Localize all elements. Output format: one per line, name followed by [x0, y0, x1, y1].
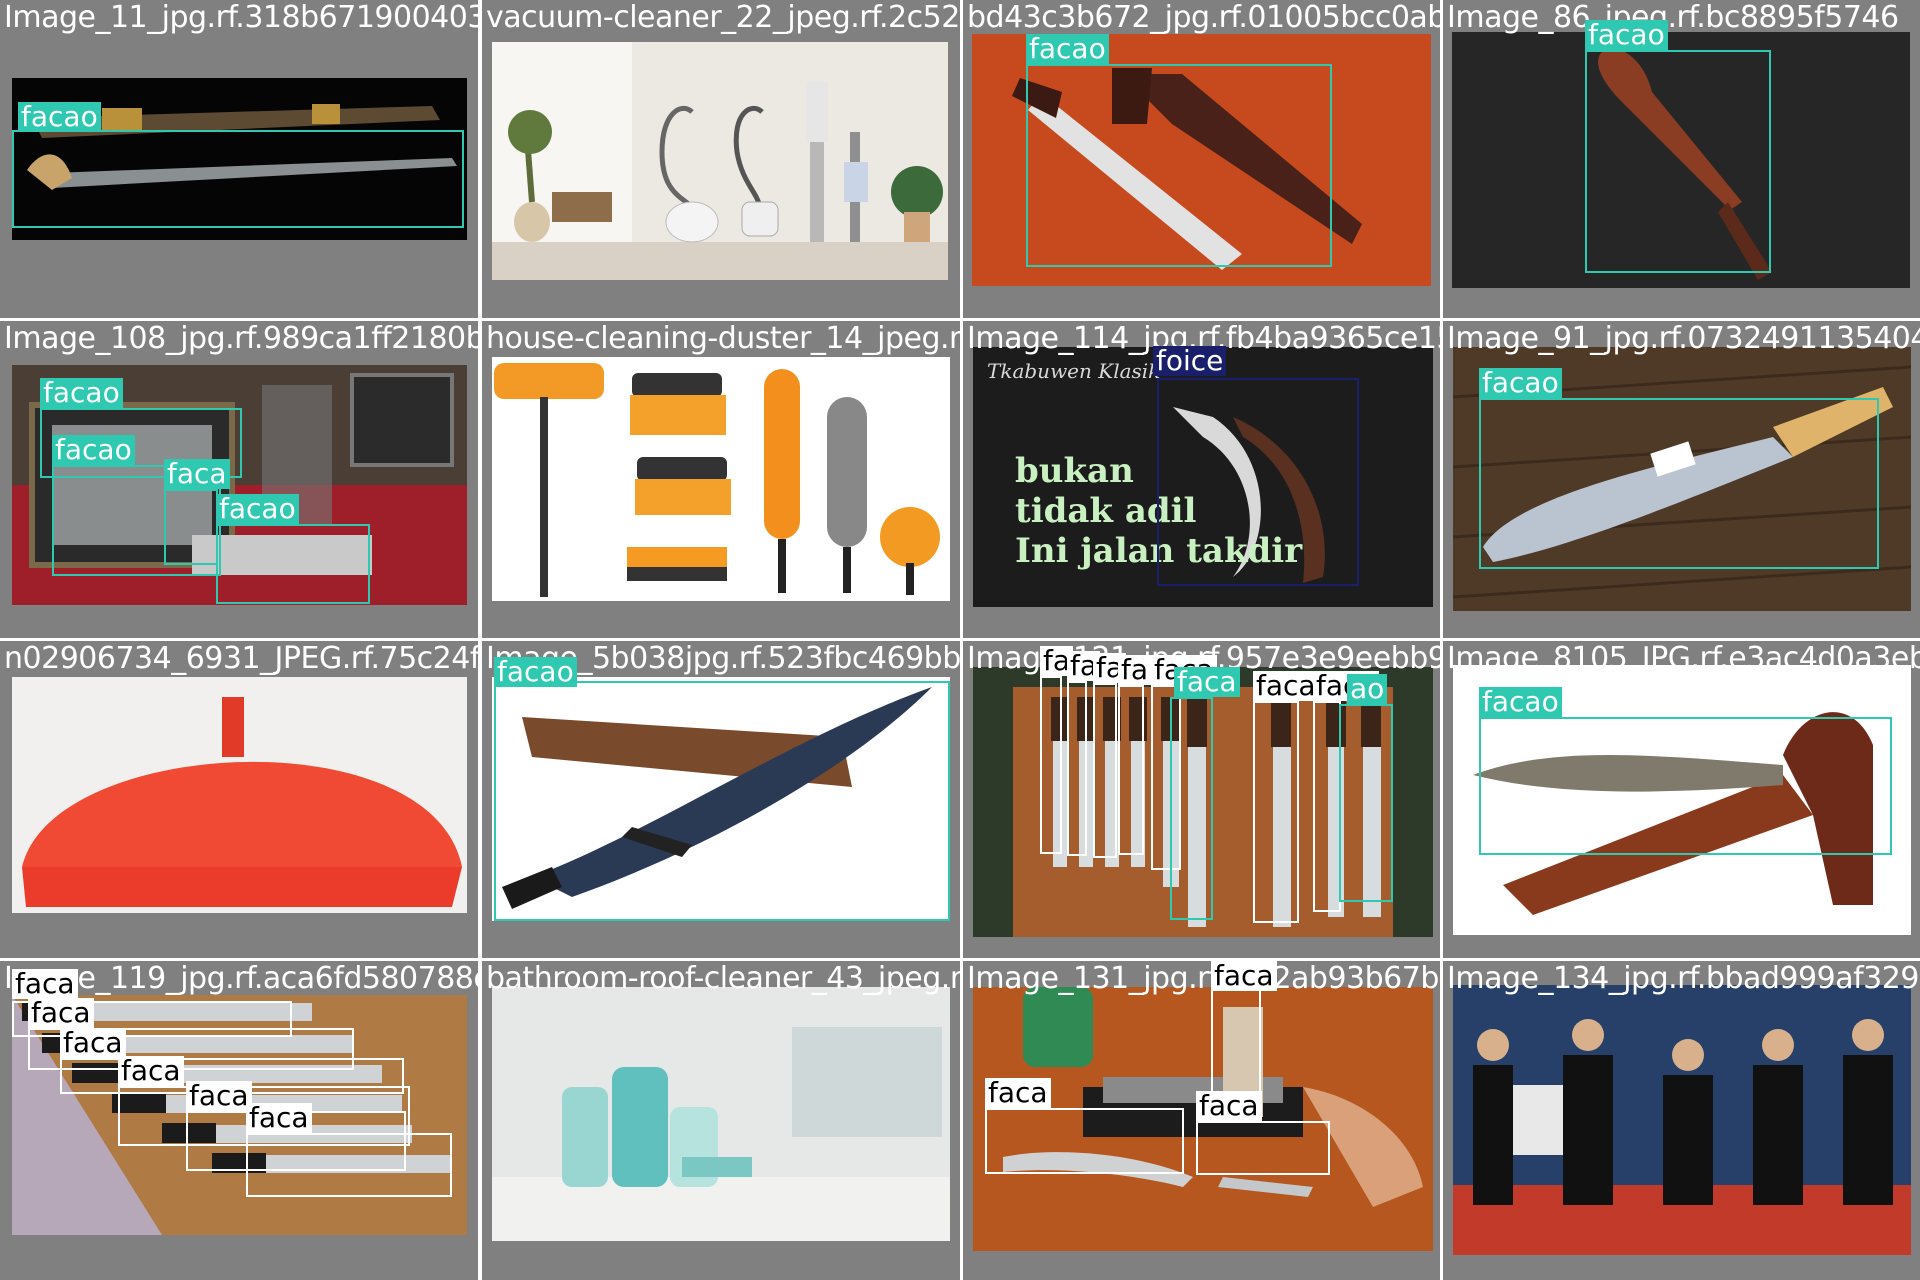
box-label: faca [164, 459, 230, 489]
box-label: faca [118, 1056, 184, 1086]
box-label: facao [494, 657, 577, 687]
mosaic-tile: faca faca faca faca faca faca Image_119_jpg.rf… [0, 961, 478, 1280]
box-label: facao [216, 494, 299, 524]
box-label: faca [1196, 1091, 1262, 1121]
bounding-box [494, 681, 950, 921]
mosaic-tile: fafafafafacafacafacafacaaoImage_121_jpg.… [963, 641, 1440, 958]
mosaic-tile: bathroom-roof-cleaner_43_jpeg.rf.f10c9 [482, 961, 960, 1280]
detection-mosaic: facao Image_11_jpg.rf.318b671900403c2e094… [0, 0, 1920, 1280]
bounding-box [164, 489, 218, 565]
box-label: facao [1585, 20, 1668, 50]
bounding-box [1118, 685, 1144, 855]
mosaic-tile: n02906734_6931_JPEG.rf.75c24f [0, 641, 478, 958]
box-label: faca [186, 1081, 252, 1111]
box-label: facao [40, 378, 123, 408]
mosaic-tile: house-cleaning-duster_14_jpeg.rf.bf53901… [482, 321, 960, 638]
bounding-box [246, 1133, 452, 1197]
tile-filename: n02906734_6931_JPEG.rf.75c24f [4, 641, 478, 676]
box-label: facao [52, 435, 135, 465]
bounding-box [1157, 378, 1359, 586]
tile-filename: Image_91_jpg.rf.0732491135404 [1447, 321, 1920, 356]
bounding-box [1093, 683, 1117, 858]
bounding-box [1211, 988, 1261, 1094]
tile-filename: Image_8105_JPG.rf.e3ac4d0a3eb [1447, 641, 1920, 676]
mosaic-tile: faca faca faca Image_131_jpg.rf.f7a2ab93b67… [963, 961, 1440, 1280]
box-label: ao [1347, 674, 1388, 704]
mosaic-tile: facaoImage_5b038jpg.rf.523fbc469bb580f52… [482, 641, 960, 958]
box-label: faca [1174, 667, 1240, 697]
tile-filename: Image_134_jpg.rf.bbad999af329b [1447, 961, 1920, 996]
tile-filename: bd43c3b672_jpg.rf.01005bcc0ab5bbdaa99d8a… [967, 0, 1440, 35]
box-label: fa [1118, 655, 1152, 685]
mosaic-tile: facao Image_11_jpg.rf.318b671900403c2e094… [0, 0, 478, 318]
tile-filename: Image_131_jpg.rf.f7a2ab93b67b527ae396341 [967, 961, 1440, 996]
tile-photo [1453, 985, 1911, 1255]
bounding-box [12, 130, 464, 228]
mosaic-tile: vacuum-cleaner_22_jpeg.rf.2c52bd43c3b672 [482, 0, 960, 318]
tile-filename: bathroom-roof-cleaner_43_jpeg.rf.f10c9 [486, 961, 960, 996]
tile-filename: Image_86_jpeg.rf.bc8895f5746 [1447, 0, 1899, 35]
bounding-box [985, 1108, 1184, 1174]
tile-photo [492, 357, 950, 601]
mosaic-tile: Image_134_jpg.rf.bbad999af329b [1443, 961, 1920, 1280]
mosaic-tile: bukan tidak adil Ini jalan takdir Tkabuwen … [963, 321, 1440, 638]
bounding-box [1170, 697, 1213, 920]
box-label: faca [985, 1078, 1051, 1108]
tile-filename: house-cleaning-duster_14_jpeg.rf.bf53901… [486, 321, 960, 356]
tile-photo [12, 677, 467, 913]
bounding-box [1253, 701, 1299, 923]
box-label: facao [1479, 687, 1562, 717]
tile-filename: Image_11_jpg.rf.318b671900403c2e09450c71… [4, 0, 478, 35]
box-label: facao [18, 102, 101, 132]
box-label: faca [1211, 961, 1277, 991]
bounding-box [1196, 1121, 1330, 1175]
bounding-box [1585, 50, 1771, 273]
box-label: faca [12, 969, 78, 999]
bounding-box [1479, 717, 1892, 855]
bounding-box [1339, 704, 1393, 902]
tile-filename: Image_108_jpg.rf.989ca1ff2180bf34dfa90f3… [4, 321, 478, 356]
box-label: faca [60, 1028, 126, 1058]
box-label: facao [1026, 34, 1109, 64]
bounding-box [1040, 676, 1062, 854]
box-label: facao [1479, 368, 1562, 398]
bounding-box [1313, 701, 1341, 912]
box-label: faca [1253, 671, 1319, 701]
tile-photo [492, 42, 948, 280]
box-label: faca [246, 1103, 312, 1133]
mosaic-tile: facao Image_86_jpeg.rf.bc8895f5746 [1443, 0, 1920, 318]
bounding-box [1026, 64, 1332, 267]
bounding-box [1479, 398, 1879, 569]
mosaic-tile: facaobd43c3b672_jpg.rf.01005bcc0ab5bbdaa… [963, 0, 1440, 318]
bounding-box [1067, 681, 1087, 856]
mosaic-tile: facao Image_8105_JPG.rf.e3ac4d0a3eb [1443, 641, 1920, 958]
mosaic-tile: facao Image_91_jpg.rf.0732491135404 [1443, 321, 1920, 638]
tile-photo [492, 987, 950, 1241]
mosaic-tile: facao facao faca facao Image_108_jpg.rf.989c… [0, 321, 478, 638]
photo-watermark: Tkabuwen Klasik [987, 359, 1161, 383]
box-label: faca [28, 998, 94, 1028]
box-label: foice [1153, 346, 1227, 376]
bounding-box [216, 524, 370, 604]
tile-filename: vacuum-cleaner_22_jpeg.rf.2c52bd43c3b672 [486, 0, 960, 35]
